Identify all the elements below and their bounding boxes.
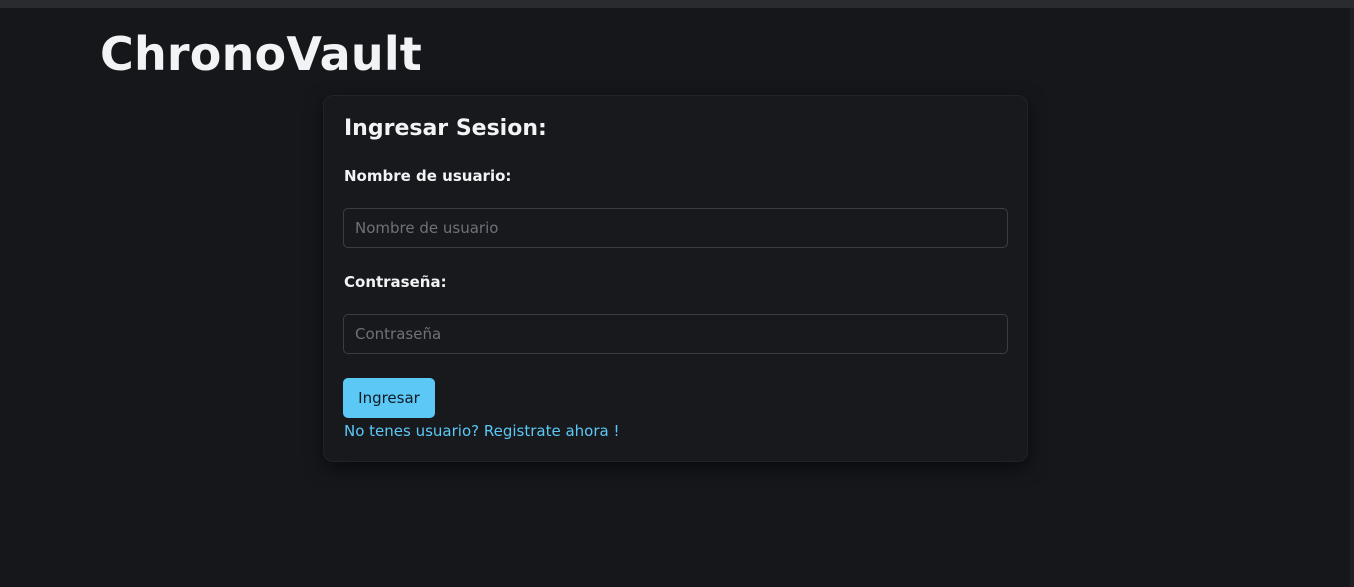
password-input[interactable] <box>343 314 1008 354</box>
brand-title: ChronoVault <box>100 27 422 81</box>
username-label: Nombre de usuario: <box>344 167 512 185</box>
register-link[interactable]: No tenes usuario? Registrate ahora ! <box>344 420 619 442</box>
browser-top-bar <box>0 0 1354 8</box>
login-button[interactable]: Ingresar <box>343 378 435 418</box>
login-card: Ingresar Sesion: Nombre de usuario: Cont… <box>323 95 1028 462</box>
password-label: Contraseña: <box>344 273 447 291</box>
username-input[interactable] <box>343 208 1008 248</box>
login-title: Ingresar Sesion: <box>344 116 547 141</box>
scrollbar-track <box>1350 8 1354 587</box>
